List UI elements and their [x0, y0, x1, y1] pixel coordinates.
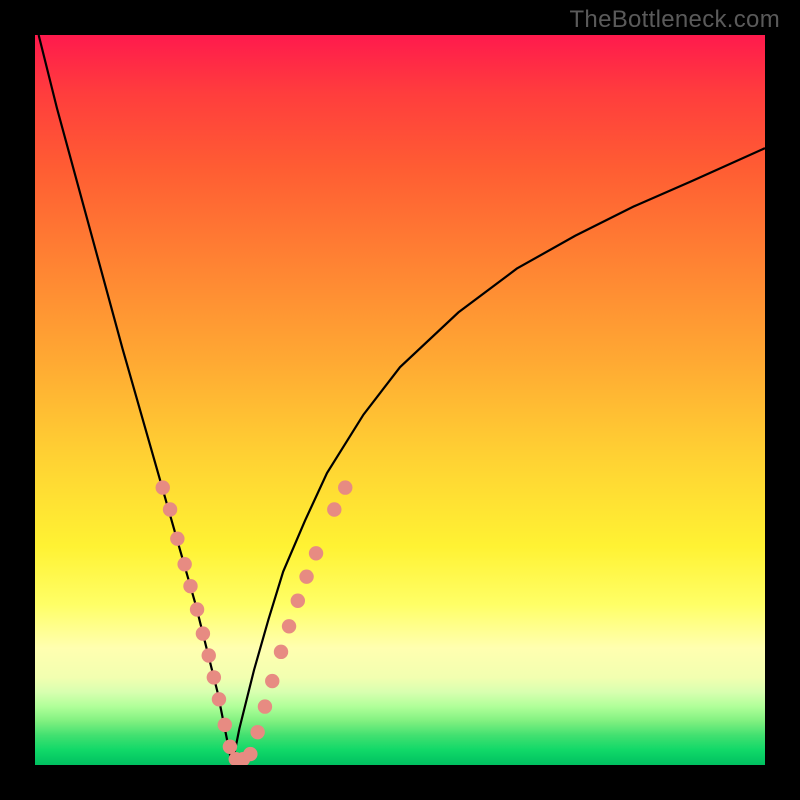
curve-sample-dots [156, 480, 353, 765]
curve-dot [156, 480, 170, 494]
curve-dot [309, 546, 323, 560]
curve-dot [202, 648, 216, 662]
curve-dot [327, 502, 341, 516]
curve-dot [291, 594, 305, 608]
curve-dot [183, 579, 197, 593]
bottleneck-curve [35, 35, 765, 765]
curve-right-branch [232, 148, 765, 765]
curve-dot [163, 502, 177, 516]
curve-dot [177, 557, 191, 571]
curve-dot [282, 619, 296, 633]
curve-dot [190, 602, 204, 616]
curve-dot [196, 626, 210, 640]
curve-dot [338, 480, 352, 494]
curve-dot [258, 699, 272, 713]
curve-dot [250, 725, 264, 739]
chart-frame: TheBottleneck.com [0, 0, 800, 800]
curve-dot [265, 674, 279, 688]
curve-dot [223, 740, 237, 754]
curve-dot [243, 747, 257, 761]
plot-area [35, 35, 765, 765]
curve-dot [218, 718, 232, 732]
curve-dot [207, 670, 221, 684]
watermark-text: TheBottleneck.com [569, 6, 780, 34]
curve-dot [212, 692, 226, 706]
curve-dot [170, 532, 184, 546]
curve-dot [274, 645, 288, 659]
curve-dot [299, 569, 313, 583]
